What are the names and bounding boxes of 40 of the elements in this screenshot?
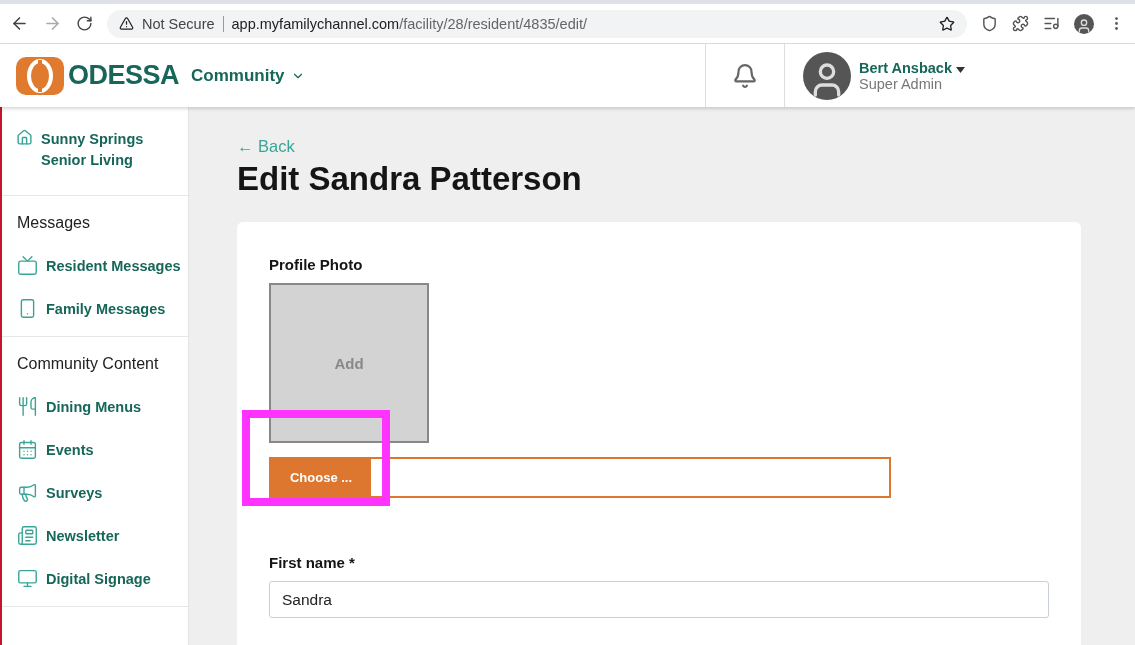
section-title: Messages [17,214,91,232]
shield-icon[interactable] [981,15,998,32]
monitor-icon [17,568,38,589]
sidebar-item[interactable]: Dining Menus [46,398,142,415]
fork-spoon-icon [17,396,38,417]
tv-icon [17,255,38,276]
logo-icon [16,56,64,95]
section-title: Community Content [17,355,160,373]
puzzle-icon[interactable] [1012,15,1029,32]
back-icon[interactable] [10,14,29,33]
bookmark-star-icon[interactable] [939,15,955,32]
logo-text: ODESSA [68,60,180,91]
sidebar-item[interactable]: Newsletter [46,527,120,544]
caret-icon[interactable] [956,66,965,73]
reload-icon[interactable] [76,15,93,32]
url-text: app.myfamilychannel.com/facility/28/resident/4835/edit/ [231,15,587,32]
newspaper-icon [17,525,38,546]
megaphone-icon [17,482,38,503]
sidebar-item[interactable]: Surveys [46,484,103,501]
facility-name[interactable]: Sunny Springs Senior Living [41,129,151,171]
address-bar[interactable]: Not Secure app.myfamilychannel.com/facility/28/resident/4835/edit/ [107,9,967,38]
playlist-icon[interactable] [1043,15,1060,32]
sidebar-item[interactable]: Events [46,441,94,458]
sidebar-item[interactable]: Family Messages [46,300,166,317]
page-title: Edit Sandra Patterson [237,160,583,198]
profile-avatar[interactable] [1074,13,1094,34]
sidebar-item[interactable]: Digital Signage [46,570,151,587]
home-icon [16,129,33,146]
user-name[interactable]: Bert Ansback [859,59,965,76]
warning-icon [119,16,134,31]
community-menu[interactable]: Community [191,65,305,86]
field-label: First name * [269,554,356,571]
bell-icon[interactable] [732,62,758,89]
calendar-icon [17,439,38,460]
security-label: Not Secure [142,15,224,32]
sidebar-item[interactable]: Resident Messages [46,257,181,274]
user-avatar [803,51,851,100]
field-label: Profile Photo [269,256,364,273]
user-role: Super Admin [859,75,944,92]
first-name-field[interactable]: Sandra [269,581,1049,618]
